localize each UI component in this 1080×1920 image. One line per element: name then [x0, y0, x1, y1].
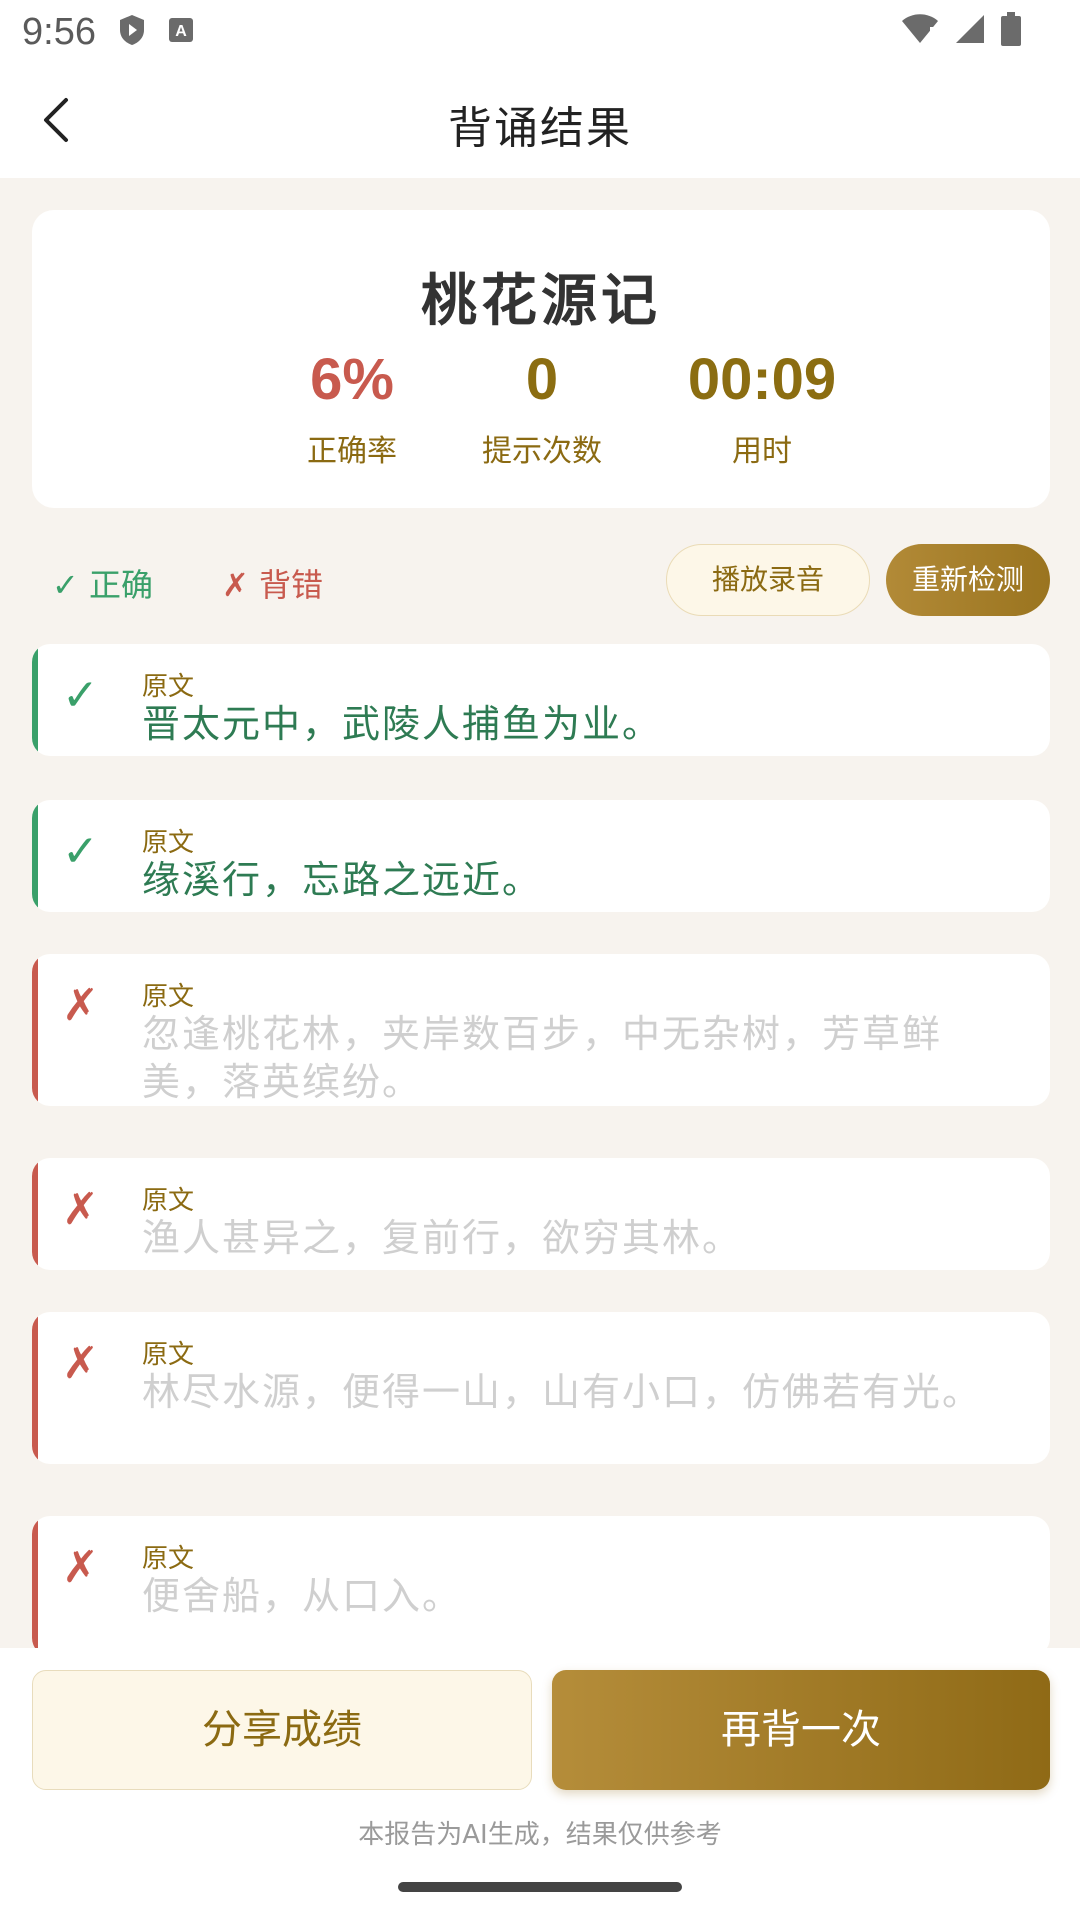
play-protect-icon: [118, 14, 146, 50]
sentence-item: ✗ 原文 忽逢桃花林，夹岸数百步，中无杂树，芳草鲜美，落英缤纷。: [32, 954, 1050, 1106]
original-label: 原文: [142, 1340, 195, 1370]
hints-stat: 0 提示次数: [452, 350, 632, 470]
time-label: 用时: [732, 434, 792, 469]
check-icon: ✓: [62, 670, 99, 721]
accuracy-stat: 6% 正确率: [262, 350, 442, 470]
home-indicator[interactable]: [398, 1882, 682, 1892]
bottom-bar: 分享成绩 再背一次 本报告为AI生成，结果仅供参考: [0, 1648, 1080, 1920]
sentence-item: ✗ 原文 渔人甚异之，复前行，欲穷其林。: [32, 1158, 1050, 1270]
sentence-list[interactable]: ✓ 原文 晋太元中，武陵人捕鱼为业。 ✓ 原文 缘溪行，忘路之远近。 ✗ 原文 …: [32, 644, 1050, 1648]
sentence-text: 晋太元中，武陵人捕鱼为业。: [142, 702, 663, 746]
status-bar-stripe: [32, 954, 38, 1106]
status-time: 9:56: [22, 10, 96, 53]
legend-wrong: ✗ 背错: [222, 566, 323, 604]
hints-label: 提示次数: [482, 434, 602, 469]
status-bar-stripe: [32, 1516, 38, 1648]
time-value: 00:09: [687, 347, 837, 412]
original-label: 原文: [142, 828, 195, 858]
status-bar-stripe: [32, 644, 38, 756]
original-label: 原文: [142, 1544, 195, 1574]
translate-icon: A: [168, 17, 194, 47]
svg-text:A: A: [175, 23, 187, 40]
play-recording-button[interactable]: 播放录音: [666, 544, 870, 616]
accuracy-label: 正确率: [307, 434, 397, 469]
battery-icon: [1000, 12, 1022, 50]
share-score-button[interactable]: 分享成绩: [32, 1670, 532, 1790]
recite-again-button[interactable]: 再背一次: [552, 1670, 1050, 1790]
recheck-button[interactable]: 重新检测: [886, 544, 1050, 616]
ai-disclaimer: 本报告为AI生成，结果仅供参考: [358, 1820, 722, 1850]
accuracy-value: 6%: [310, 347, 394, 412]
page-title: 背诵结果: [448, 103, 632, 154]
sentence-item: ✗ 原文 林尽水源，便得一山，山有小口，仿佛若有光。: [32, 1312, 1050, 1464]
cross-icon: ✗: [62, 1542, 99, 1593]
poem-title: 桃花源记: [421, 269, 661, 334]
original-label: 原文: [142, 982, 195, 1012]
score-card: 桃花源记 6% 正确率 0 提示次数 00:09 用时: [32, 210, 1050, 508]
sentence-text: 便舍船，从口入。: [142, 1574, 463, 1618]
time-stat: 00:09 用时: [652, 350, 872, 470]
cross-icon: ✗: [62, 1184, 99, 1235]
cross-icon: ✗: [62, 980, 99, 1031]
check-icon: ✓: [62, 826, 99, 877]
wifi-icon: [900, 13, 940, 49]
legend-correct: ✓ 正确: [52, 566, 153, 604]
status-bar-stripe: [32, 1158, 38, 1270]
original-label: 原文: [142, 1186, 195, 1216]
sentence-text: 林尽水源，便得一山，山有小口，仿佛若有光。: [142, 1370, 983, 1414]
cross-icon: ✗: [62, 1338, 99, 1389]
sentence-item: ✗ 原文 便舍船，从口入。: [32, 1516, 1050, 1648]
status-bar: 9:56 A: [0, 0, 1080, 64]
sentence-item: ✓ 原文 缘溪行，忘路之远近。: [32, 800, 1050, 912]
sentence-item: ✓ 原文 晋太元中，武陵人捕鱼为业。: [32, 644, 1050, 756]
status-bar-stripe: [32, 1312, 38, 1464]
signal-icon: [954, 13, 986, 49]
app-header: 背诵结果: [0, 64, 1080, 178]
original-label: 原文: [142, 672, 195, 702]
hints-value: 0: [525, 347, 559, 412]
sentence-text: 渔人甚异之，复前行，欲穷其林。: [142, 1216, 743, 1260]
sentence-text: 缘溪行，忘路之远近。: [142, 858, 543, 902]
sentence-text: 忽逢桃花林，夹岸数百步，中无杂树，芳草鲜美，落英缤纷。: [142, 1012, 943, 1104]
status-bar-stripe: [32, 800, 38, 912]
